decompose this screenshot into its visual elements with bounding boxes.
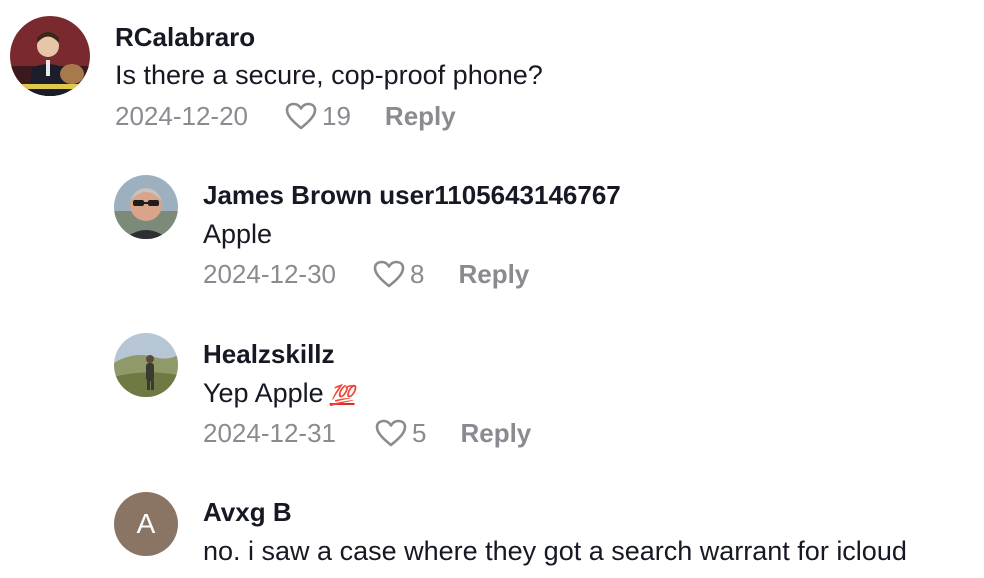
avatar[interactable] [114,175,178,239]
comment-meta: 2024-12-20 19 Reply [115,99,456,133]
comment-text: Is there a secure, cop-proof phone? [115,60,543,90]
reply-button[interactable]: Reply [458,259,529,290]
comment-text: Yep Apple 💯 [203,377,355,412]
heart-icon [375,419,407,447]
comment-text-body: Yep Apple [203,378,324,408]
like-button[interactable]: 19 [284,101,351,132]
like-button[interactable]: 5 [374,418,426,449]
username[interactable]: RCalabraro [115,22,255,52]
comment-text: Apple [203,219,273,249]
comment-date: 2024-12-30 [203,258,336,289]
user-photo-avatar-icon [10,16,90,96]
username[interactable]: James Brown user1105643146767 [203,180,621,210]
heart-icon [285,102,317,130]
like-count: 8 [410,258,425,289]
username[interactable]: Avxg B [203,497,292,527]
avatar[interactable] [10,16,90,96]
like-count: 5 [412,417,427,448]
avatar[interactable]: A [114,492,178,556]
user-photo-avatar-icon [114,175,178,239]
comment-text: no. i saw a case where they got a search… [203,536,907,566]
user-photo-avatar-icon [114,333,178,397]
username[interactable]: Healzskillz [203,339,335,369]
reply-button[interactable]: Reply [460,418,531,449]
like-count: 19 [322,100,351,131]
hundred-points-emoji: 💯 [329,385,355,407]
reply-button[interactable]: Reply [385,101,456,132]
avatar[interactable] [114,333,178,397]
comment-date: 2024-12-31 [203,417,336,448]
heart-icon [373,260,405,288]
comment-date: 2024-12-20 [115,100,248,131]
comment-meta: 2024-12-31 5 Reply [203,416,531,450]
comment-meta: 2024-12-30 8 Reply [203,257,529,291]
like-button[interactable]: 8 [372,259,424,290]
avatar-initial: A [136,508,156,539]
